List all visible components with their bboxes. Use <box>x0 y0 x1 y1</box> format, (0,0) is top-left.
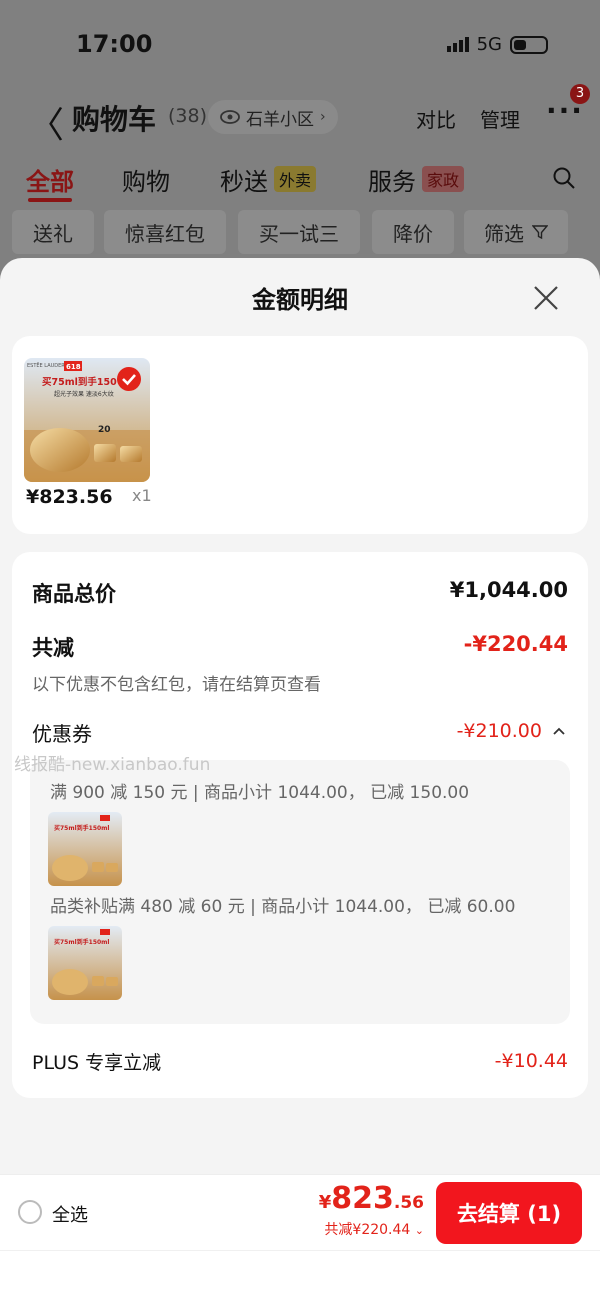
total-reduction-value: -¥220.44 <box>463 632 568 656</box>
product-badge-text: 20 <box>98 425 111 435</box>
tab-shopping[interactable]: 购物 <box>122 162 170 197</box>
chip-label: 送礼 <box>33 221 73 246</box>
location-label: 石羊小区 <box>246 109 314 130</box>
notification-badge: 3 <box>570 84 590 104</box>
saved-amount[interactable]: 共减¥220.44 ⌄ <box>324 1219 424 1239</box>
close-icon[interactable] <box>530 282 562 314</box>
location-selector[interactable]: 石羊小区 › <box>208 100 338 134</box>
price-detail-card: 商品总价 ¥1,044.00 共减 -¥220.44 以下优惠不包含红包，请在结… <box>12 552 588 1098</box>
product-sub-text: 超光子效果 速淡6大纹 <box>54 390 114 398</box>
select-all-checkbox[interactable] <box>18 1200 42 1224</box>
plus-discount-label: PLUS 专享立减 <box>32 1052 162 1074</box>
status-bar: 17:00 5G <box>0 28 600 64</box>
status-indicators: 5G <box>446 34 548 55</box>
chip-price-drop[interactable]: 降价 <box>372 210 454 254</box>
page-title: 购物车 <box>72 103 157 136</box>
thumbnail-headline-text: 买75ml到手150ml <box>54 938 110 946</box>
product-brand-text: ESTĒE LAUDER <box>27 362 65 369</box>
total-decimal: .56 <box>393 1193 424 1213</box>
saved-amount-text: 共减¥220.44 <box>324 1222 411 1238</box>
home-indicator-area <box>0 1250 600 1300</box>
tab-all[interactable]: 全部 <box>26 162 74 197</box>
cart-page-background: 17:00 5G 〈 购物车 (38) 石羊小区 › 对比 管理 ··· 3 全… <box>0 0 600 300</box>
coupon-rule: 满 900 减 150 元 | 商品小计 1044.00， 已减 150.00 <box>50 783 470 803</box>
filter-icon <box>532 225 548 240</box>
chevron-right-icon: › <box>320 109 326 125</box>
tab-tag-takeout: 外卖 <box>274 166 317 192</box>
eye-icon <box>220 110 240 124</box>
cart-count: (38) <box>168 105 208 127</box>
chip-label: 惊喜红包 <box>125 221 205 246</box>
coupon-value[interactable]: -¥210.00 <box>457 720 542 742</box>
total-reduction-label: 共减 <box>32 636 74 660</box>
sheet-title: 金额明细 <box>252 286 348 314</box>
cart-tabs: 全部 购物 秒送 外卖 服务 家政 <box>0 160 600 204</box>
compare-button[interactable]: 对比 <box>416 104 456 133</box>
network-type: 5G <box>476 34 502 55</box>
watermark-text: 线报酷-new.xianbao.fun <box>14 755 211 775</box>
chip-label: 降价 <box>393 221 433 246</box>
back-icon[interactable]: 〈 <box>28 96 64 148</box>
product-quantity: x1 <box>132 486 152 505</box>
filter-chips: 送礼 惊喜红包 买一试三 降价 筛选 <box>0 210 600 256</box>
chip-gift[interactable]: 送礼 <box>12 210 94 254</box>
tab-tag-housekeeping: 家政 <box>422 166 465 192</box>
product-card: ESTĒE LAUDER 618 买75ml到手150 超光子效果 速淡6大纹 … <box>12 336 588 534</box>
tab-express[interactable]: 秒送 <box>220 162 268 197</box>
coupon-rule: 品类补贴满 480 减 60 元 | 商品小计 1044.00， 已减 60.0… <box>50 897 516 917</box>
total-price-value: ¥1,044.00 <box>449 578 568 602</box>
checkout-button[interactable]: 去结算 (1) <box>436 1182 582 1244</box>
status-time: 17:00 <box>76 30 153 58</box>
battery-icon <box>510 35 548 54</box>
cart-header: 〈 购物车 (38) 石羊小区 › 对比 管理 ··· 3 <box>0 84 600 148</box>
tab-service[interactable]: 服务 <box>368 162 416 197</box>
coupon-product-thumbnail: 买75ml到手150ml <box>48 812 122 886</box>
product-headline-text: 买75ml到手150 <box>42 376 117 388</box>
chip-label: 买一试三 <box>259 221 339 246</box>
total-integer: 823 <box>331 1181 394 1216</box>
search-icon[interactable] <box>552 166 576 190</box>
chevron-up-icon[interactable] <box>552 726 566 736</box>
select-all-label[interactable]: 全选 <box>52 1201 88 1227</box>
coupon-list: 满 900 减 150 元 | 商品小计 1044.00， 已减 150.00 … <box>30 760 570 1024</box>
total-price-label: 商品总价 <box>32 582 116 606</box>
product-price: ¥823.56 <box>26 486 113 508</box>
currency-symbol: ¥ <box>318 1192 332 1213</box>
discount-note: 以下优惠不包含红包，请在结算页查看 <box>32 675 321 695</box>
coupon-label: 优惠券 <box>32 722 92 746</box>
thumbnail-headline-text: 买75ml到手150ml <box>54 824 110 832</box>
checkout-total: ¥823.56 <box>319 1181 424 1216</box>
chip-try-three[interactable]: 买一试三 <box>238 210 360 254</box>
product-image[interactable]: ESTĒE LAUDER 618 买75ml到手150 超光子效果 速淡6大纹 … <box>24 358 150 482</box>
plus-discount-value: -¥10.44 <box>494 1050 568 1072</box>
chevron-down-icon: ⌄ <box>414 1224 424 1237</box>
coupon-product-thumbnail: 买75ml到手150ml <box>48 926 122 1000</box>
chip-red-packet[interactable]: 惊喜红包 <box>104 210 226 254</box>
checkout-bar: 全选 ¥823.56 共减¥220.44 ⌄ 去结算 (1) <box>0 1174 600 1250</box>
chip-filter[interactable]: 筛选 <box>464 210 568 254</box>
signal-icon <box>446 37 469 52</box>
amount-detail-sheet: 金额明细 ESTĒE LAUDER 618 买75ml到手150 超光子效果 速… <box>0 258 600 1300</box>
manage-button[interactable]: 管理 <box>480 104 520 133</box>
product-promo-text: 618 <box>66 363 81 371</box>
active-tab-indicator <box>28 198 72 202</box>
chip-label: 筛选 <box>484 221 524 246</box>
